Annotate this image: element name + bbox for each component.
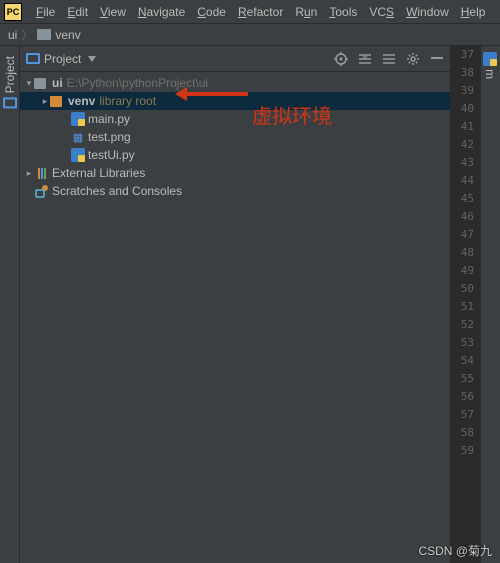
line-number: 42 [450, 136, 480, 154]
chevron-right-icon[interactable]: ▸ [40, 96, 50, 107]
python-file-icon [71, 112, 85, 126]
breadcrumb-venv[interactable]: venv [55, 28, 80, 42]
tree-venv[interactable]: ▸ venv library root [20, 92, 450, 110]
line-number: 56 [450, 388, 480, 406]
line-number: 52 [450, 316, 480, 334]
line-number: 43 [450, 154, 480, 172]
python-file-icon [483, 52, 497, 66]
menu-file[interactable]: File [30, 5, 61, 19]
line-number: 50 [450, 280, 480, 298]
library-icon [38, 168, 46, 179]
nav-bar: ui 〉 venv [0, 24, 500, 46]
line-number: 57 [450, 406, 480, 424]
line-number: 39 [450, 82, 480, 100]
gear-icon[interactable] [406, 52, 420, 66]
line-number: 45 [450, 190, 480, 208]
line-number: 59 [450, 442, 480, 460]
tree-file-main[interactable]: main.py [20, 110, 450, 128]
menu-bar: PC File Edit View Navigate Code Refactor… [0, 0, 500, 24]
tree-external-libs[interactable]: ▸ External Libraries [20, 164, 450, 182]
line-number: 53 [450, 334, 480, 352]
menu-window[interactable]: Window [400, 5, 455, 19]
chevron-right-icon[interactable]: ▸ [24, 168, 34, 179]
menu-code[interactable]: Code [191, 5, 232, 19]
panel-header: Project [20, 46, 450, 72]
line-number: 58 [450, 424, 480, 442]
breadcrumb-root[interactable]: ui [8, 28, 17, 42]
line-number: 40 [450, 100, 480, 118]
panel-title: Project [44, 52, 81, 66]
right-tab-m[interactable]: m [481, 46, 499, 85]
hide-icon[interactable] [430, 52, 444, 66]
menu-refactor[interactable]: Refactor [232, 5, 289, 19]
line-number: 46 [450, 208, 480, 226]
chevron-down-icon[interactable] [85, 52, 99, 66]
project-icon [26, 53, 40, 64]
line-number: 49 [450, 262, 480, 280]
expand-icon[interactable] [358, 52, 372, 66]
line-number: 41 [450, 118, 480, 136]
tree-file-testpng[interactable]: ▦ test.png [20, 128, 450, 146]
folder-icon [34, 78, 46, 89]
project-tool-tab[interactable]: Project [1, 52, 19, 112]
folder-icon [50, 96, 62, 107]
target-icon[interactable] [334, 52, 348, 66]
menu-edit[interactable]: Edit [61, 5, 94, 19]
breadcrumb-separator: 〉 [21, 26, 33, 43]
line-number: 47 [450, 226, 480, 244]
right-gutter: m [480, 46, 500, 563]
left-gutter: Project [0, 46, 20, 563]
project-panel: Project ▾ ui E:\Python\pythonProject\ui [20, 46, 450, 563]
tree-scratches[interactable]: Scratches and Consoles [20, 182, 450, 200]
line-number: 37 [450, 46, 480, 64]
project-icon [3, 97, 17, 108]
main-area: Project Project ▾ ui [0, 46, 500, 563]
tree-root-ui[interactable]: ▾ ui E:\Python\pythonProject\ui [20, 74, 450, 92]
editor-gutter: 3738394041424344454647484950515253545556… [450, 46, 480, 563]
python-file-icon [71, 148, 85, 162]
tree-file-testui[interactable]: testUi.py [20, 146, 450, 164]
project-tree[interactable]: ▾ ui E:\Python\pythonProject\ui ▸ venv l… [20, 72, 450, 563]
menu-help[interactable]: Help [455, 5, 492, 19]
line-number: 51 [450, 298, 480, 316]
app-icon: PC [4, 3, 22, 21]
line-number: 44 [450, 172, 480, 190]
scratches-icon [34, 184, 50, 198]
line-number: 48 [450, 244, 480, 262]
image-file-icon: ▦ [70, 131, 86, 144]
folder-icon [37, 29, 51, 40]
menu-tools[interactable]: Tools [323, 5, 363, 19]
menu-view[interactable]: View [94, 5, 132, 19]
menu-navigate[interactable]: Navigate [132, 5, 191, 19]
chevron-down-icon[interactable]: ▾ [24, 78, 34, 89]
line-number: 54 [450, 352, 480, 370]
line-number: 38 [450, 64, 480, 82]
collapse-icon[interactable] [382, 52, 396, 66]
line-number: 55 [450, 370, 480, 388]
menu-vcs[interactable]: VCS [363, 5, 400, 19]
menu-run[interactable]: Run [289, 5, 323, 19]
